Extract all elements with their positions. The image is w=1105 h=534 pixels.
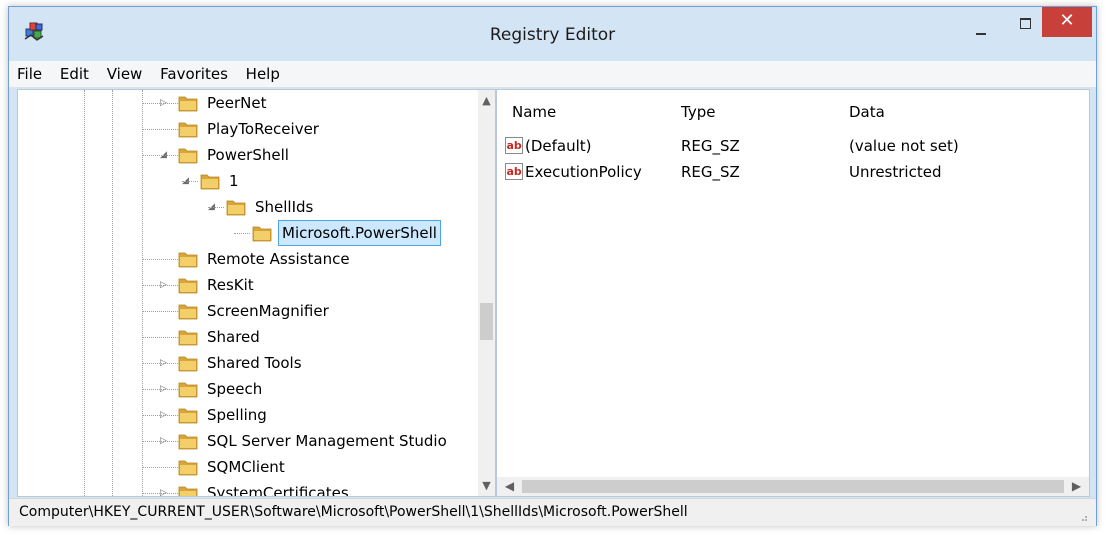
reg-sz-ab-icon: ab [505, 163, 523, 180]
registry-values-list[interactable]: Name Type Data ab (Default) REG_SZ (valu… [496, 89, 1090, 497]
scroll-down-arrow-icon[interactable]: ▼ [478, 477, 495, 494]
tree-guide-line [84, 90, 85, 496]
value-row[interactable]: ab (Default) REG_SZ (value not set) [505, 134, 1065, 158]
menu-help[interactable]: Help [239, 61, 286, 83]
close-button[interactable]: ✕ [1042, 7, 1092, 37]
values-horizontal-scrollbar[interactable]: ◀ ▶ [497, 477, 1089, 496]
tree-guide-line [142, 259, 178, 260]
folder-icon [252, 223, 272, 243]
folder-icon [178, 119, 198, 139]
tree-node-label[interactable]: ResKit [204, 272, 257, 298]
maximize-button[interactable] [1011, 11, 1039, 39]
status-bar: Computer\HKEY_CURRENT_USER\Software\Micr… [9, 498, 1096, 526]
tree-scroll-thumb[interactable] [480, 303, 493, 340]
column-header-name[interactable]: Name [512, 103, 556, 121]
minimize-button[interactable] [967, 11, 995, 39]
tree-guide-line [142, 389, 178, 390]
current-key-path: Computer\HKEY_CURRENT_USER\Software\Micr… [19, 504, 688, 520]
svg-text:ab: ab [507, 139, 522, 152]
window-title: Registry Editor [489, 25, 616, 45]
tree-node-label[interactable]: Shared Tools [204, 350, 305, 376]
tree-vertical-scrollbar[interactable]: ▲ ▼ [478, 90, 495, 496]
values-scroll-thumb[interactable] [522, 480, 1064, 493]
tree-guide-line [142, 337, 178, 338]
tree-node-label[interactable]: SQMClient [204, 454, 288, 480]
value-data: Unrestricted [849, 163, 942, 181]
tree-guide-line [142, 363, 178, 364]
tree-guide-line [142, 90, 143, 496]
tree-guide-line [142, 155, 178, 156]
value-name: (Default) [525, 137, 592, 155]
folder-icon [178, 457, 198, 477]
tree-guide-line [234, 233, 250, 234]
folder-icon [178, 483, 198, 496]
title-bar[interactable]: Registry Editor ✕ [9, 7, 1096, 61]
tree-guide-line [208, 207, 224, 208]
folder-icon [178, 301, 198, 321]
folder-icon [178, 275, 198, 295]
svg-text:ab: ab [507, 165, 522, 178]
folder-icon [226, 197, 246, 217]
menu-file[interactable]: File [9, 61, 48, 83]
registry-editor-window: Registry Editor ✕ File Edit View Favorit… [8, 6, 1097, 526]
menu-bar: File Edit View Favorites Help [9, 61, 1096, 88]
tree-node-label[interactable]: Shared [204, 324, 263, 350]
folder-icon [178, 145, 198, 165]
tree-node-label[interactable]: PlayToReceiver [204, 116, 322, 142]
tree-guide-line [142, 285, 178, 286]
tree-node-label[interactable]: Speech [204, 376, 265, 402]
folder-icon [178, 93, 198, 113]
tree-node-label[interactable]: ShellIds [252, 194, 316, 220]
value-type: REG_SZ [681, 163, 740, 181]
tree-guide-line [142, 441, 178, 442]
tree-node-label[interactable]: PowerShell [204, 142, 292, 168]
tree-guide-line [142, 415, 178, 416]
tree-node-label[interactable]: SystemCertificates [204, 480, 352, 496]
column-header-data[interactable]: Data [849, 103, 885, 121]
folder-icon [178, 405, 198, 425]
tree-guide-line [182, 181, 198, 182]
value-name: ExecutionPolicy [525, 163, 642, 181]
column-header-type[interactable]: Type [681, 103, 715, 121]
scroll-right-arrow-icon[interactable]: ▶ [1068, 477, 1085, 496]
tree-node-label[interactable]: SQL Server Management Studio [204, 428, 450, 454]
tree-guide-line [142, 129, 178, 130]
reg-sz-ab-icon: ab [505, 137, 523, 154]
scroll-left-arrow-icon[interactable]: ◀ [501, 477, 518, 496]
folder-icon [178, 249, 198, 269]
tree-node-label[interactable]: 1 [226, 168, 242, 194]
menu-view[interactable]: View [100, 61, 149, 83]
folder-icon [178, 431, 198, 451]
value-row[interactable]: ab ExecutionPolicy REG_SZ Unrestricted [505, 160, 1065, 184]
tree-node-label[interactable]: Spelling [204, 402, 270, 428]
value-type: REG_SZ [681, 137, 740, 155]
tree-guide-line [112, 90, 113, 496]
tree-guide-line [142, 493, 178, 494]
tree-guide-line [142, 103, 178, 104]
tree-guide-line [142, 311, 178, 312]
folder-icon [178, 379, 198, 399]
registry-key-tree[interactable]: ▷ PeerNet PlayToReceiver ◢ PowerShell ◢ 1 ◢ Shel… [17, 89, 496, 497]
folder-icon [178, 327, 198, 347]
menu-favorites[interactable]: Favorites [153, 61, 234, 83]
menu-edit[interactable]: Edit [53, 61, 95, 83]
folder-icon [178, 353, 198, 373]
tree-node-label[interactable]: PeerNet [204, 90, 269, 116]
tree-guide-line [142, 467, 178, 468]
folder-icon [200, 171, 220, 191]
tree-node-label[interactable]: Remote Assistance [204, 246, 353, 272]
tree-node-label[interactable]: Microsoft.PowerShell [278, 220, 441, 246]
resize-grip-icon[interactable] [1078, 512, 1088, 522]
tree-node-label[interactable]: ScreenMagnifier [204, 298, 332, 324]
close-icon: ✕ [1059, 10, 1075, 31]
scroll-up-arrow-icon[interactable]: ▲ [478, 92, 495, 109]
value-data: (value not set) [849, 137, 959, 155]
